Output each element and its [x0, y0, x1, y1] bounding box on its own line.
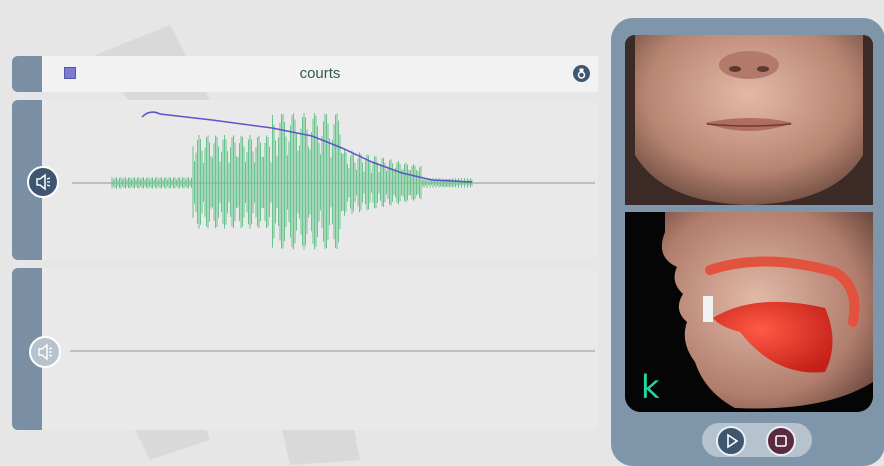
phoneme-label: k [641, 368, 660, 406]
play-icon[interactable] [716, 426, 746, 456]
stop-icon[interactable] [766, 426, 796, 456]
header-strip [12, 56, 42, 92]
speaker-icon[interactable] [29, 336, 61, 368]
vocal-tract-view [625, 212, 873, 412]
empty-waveform-display [70, 350, 595, 352]
face-view [625, 35, 873, 205]
waveform-trace [111, 113, 473, 250]
speaker-icon[interactable] [27, 166, 59, 198]
badge-icon[interactable] [573, 65, 590, 82]
word-header: courts [42, 56, 598, 92]
waveform-display [72, 111, 595, 250]
word-label: courts [299, 65, 341, 82]
